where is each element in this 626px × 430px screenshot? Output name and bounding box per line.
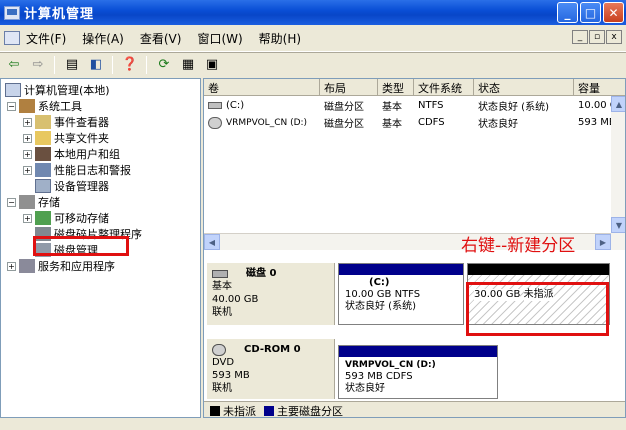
tools-icon — [19, 99, 35, 113]
volume-list-vertical-scrollbar[interactable]: ▲ ▼ — [611, 96, 625, 250]
expand-icon[interactable]: + — [23, 133, 32, 143]
expand-icon[interactable]: + — [7, 261, 16, 271]
event-viewer-icon — [35, 115, 51, 129]
toolbar: ⇦ ⇨ ▤ ◧ ❓ ⟳ ▦ ▣ — [0, 52, 626, 76]
volume-list-header: 卷 布局 类型 文件系统 状态 容量 — [204, 79, 625, 96]
tree-item-local-users[interactable]: + 本地用户和组 — [23, 146, 120, 162]
tree-item-perf-logs[interactable]: + 性能日志和警报 — [23, 162, 131, 178]
tree-item-removable-storage[interactable]: + 可移动存储 — [23, 210, 109, 226]
cd-drive-icon — [212, 343, 226, 356]
expand-icon[interactable]: + — [23, 165, 32, 175]
partition-c[interactable]: (C:) 10.00 GB NTFS 状态良好 (系统) — [338, 263, 464, 325]
highlight-box-disk-management — [33, 236, 129, 256]
menu-bar: 文件(F) 操作(A) 查看(V) 窗口(W) 帮助(H) _ ▫ x — [0, 25, 626, 52]
table-row[interactable]: (C:) 磁盘分区 基本 NTFS 状态良好 (系统) 10.00 GB — [204, 97, 625, 114]
computer-management-icon — [4, 5, 20, 20]
column-header-filesystem[interactable]: 文件系统 — [414, 79, 474, 96]
up-one-level-icon[interactable]: ▤ — [62, 55, 82, 75]
storage-icon — [19, 195, 35, 209]
details-pane: 卷 布局 类型 文件系统 状态 容量 (C:) 磁盘分区 基本 NTFS 状态良… — [203, 78, 626, 418]
show-hide-tree-icon[interactable]: ◧ — [86, 55, 106, 75]
services-icon — [19, 259, 35, 273]
device-manager-icon — [35, 179, 51, 193]
toolbar-separator — [112, 55, 113, 74]
settings-icon[interactable]: ▣ — [202, 55, 222, 75]
scroll-right-icon[interactable]: ▶ — [595, 234, 611, 250]
tree-item-root[interactable]: 计算机管理(本地) — [5, 82, 110, 98]
forward-icon[interactable]: ⇨ — [28, 55, 48, 75]
hard-disk-icon — [212, 269, 228, 278]
removable-storage-icon — [35, 211, 51, 225]
table-row[interactable]: VRMPVOL_CN (D:) 磁盘分区 基本 CDFS 状态良好 593 MB — [204, 114, 625, 131]
tree-item-storage[interactable]: − 存储 — [7, 194, 60, 210]
scroll-left-icon[interactable]: ◀ — [204, 234, 220, 250]
legend-unallocated-swatch — [210, 405, 220, 416]
window-title: 计算机管理 — [24, 7, 95, 22]
cd-drive-icon — [208, 116, 222, 129]
column-header-type[interactable]: 类型 — [378, 79, 414, 96]
menu-help[interactable]: 帮助(H) — [259, 30, 301, 47]
maximize-button[interactable]: □ — [580, 2, 601, 23]
menu-window[interactable]: 窗口(W) — [197, 30, 242, 47]
console-tree: 计算机管理(本地) − 系统工具 + 事件查看器 + 共享文件夹 + 本地用户和… — [0, 78, 201, 418]
annotation-text: 右键--新建分区 — [461, 236, 576, 256]
close-button[interactable]: ✕ — [603, 2, 624, 23]
shared-folder-icon — [35, 131, 51, 145]
cdrom-0-info[interactable]: CD-ROM 0 DVD 593 MB 联机 — [207, 339, 335, 399]
back-icon[interactable]: ⇦ — [4, 55, 24, 75]
tree-item-services[interactable]: + 服务和应用程序 — [7, 258, 115, 274]
menu-view[interactable]: 查看(V) — [140, 30, 182, 47]
highlight-box-unallocated — [466, 282, 609, 336]
console-icon[interactable] — [4, 31, 20, 45]
properties-icon[interactable]: ▦ — [178, 55, 198, 75]
partition-d[interactable]: VRMPVOL_CN (D:) 593 MB CDFS 状态良好 — [338, 345, 498, 399]
unallocated-bar — [468, 264, 609, 275]
column-header-layout[interactable]: 布局 — [320, 79, 378, 96]
scroll-up-icon[interactable]: ▲ — [611, 96, 625, 112]
users-icon — [35, 147, 51, 161]
title-bar[interactable]: 计算机管理 _ □ ✕ — [0, 0, 626, 25]
tree-item-event-viewer[interactable]: + 事件查看器 — [23, 114, 109, 130]
primary-partition-bar — [339, 264, 463, 275]
legend: 未指派 主要磁盘分区 — [204, 401, 625, 417]
primary-partition-bar — [339, 346, 497, 357]
tree-item-shared-folders[interactable]: + 共享文件夹 — [23, 130, 109, 146]
mdi-restore-button[interactable]: ▫ — [589, 30, 605, 44]
help-icon[interactable]: ❓ — [120, 55, 140, 75]
toolbar-separator — [146, 55, 147, 74]
scroll-down-icon[interactable]: ▼ — [611, 217, 625, 233]
expand-icon[interactable]: + — [23, 213, 32, 223]
column-header-capacity[interactable]: 容量 — [574, 79, 625, 96]
performance-icon — [35, 163, 51, 177]
toolbar-separator — [54, 55, 55, 74]
expand-icon[interactable]: + — [23, 117, 32, 127]
expand-icon[interactable]: + — [23, 149, 32, 159]
column-header-volume[interactable]: 卷 — [204, 79, 320, 96]
mdi-close-button[interactable]: x — [606, 30, 622, 44]
drive-icon — [208, 102, 222, 109]
menu-action[interactable]: 操作(A) — [82, 30, 124, 47]
collapse-icon[interactable]: − — [7, 197, 16, 207]
computer-icon — [5, 83, 21, 97]
tree-item-device-manager[interactable]: 设备管理器 — [35, 178, 109, 194]
mdi-minimize-button[interactable]: _ — [572, 30, 588, 44]
collapse-icon[interactable]: − — [7, 101, 16, 111]
minimize-button[interactable]: _ — [557, 2, 578, 23]
menu-file[interactable]: 文件(F) — [26, 30, 66, 47]
disk-0-info[interactable]: 磁盘 0 基本 40.00 GB 联机 — [207, 263, 335, 325]
status-bar — [0, 420, 626, 430]
tree-item-system-tools[interactable]: − 系统工具 — [7, 98, 82, 114]
disk-map: 磁盘 0 基本 40.00 GB 联机 (C:) 10.00 GB NTFS 状… — [204, 255, 611, 405]
computer-management-window: 计算机管理 _ □ ✕ 文件(F) 操作(A) 查看(V) 窗口(W) 帮助(H… — [0, 0, 626, 430]
refresh-icon[interactable]: ⟳ — [154, 55, 174, 75]
column-header-status[interactable]: 状态 — [474, 79, 574, 96]
legend-primary-swatch — [264, 405, 274, 416]
